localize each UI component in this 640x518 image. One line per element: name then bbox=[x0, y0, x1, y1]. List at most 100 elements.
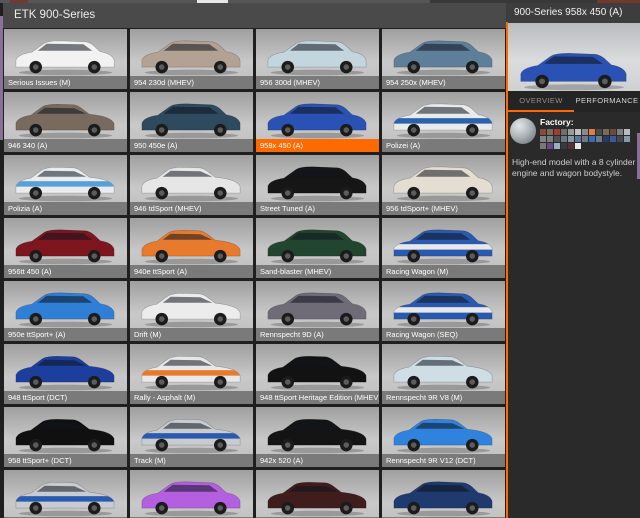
factory-color-swatch[interactable] bbox=[589, 136, 595, 142]
factory-color-swatch[interactable] bbox=[582, 129, 588, 135]
factory-color-swatch[interactable] bbox=[603, 136, 609, 142]
factory-color-swatch[interactable] bbox=[589, 129, 595, 135]
car-thumbnail bbox=[256, 344, 379, 391]
factory-color-swatch[interactable] bbox=[561, 143, 567, 149]
config-list-panel: ETK 900-Series Serious Issues (M)954 230… bbox=[0, 3, 506, 518]
config-cell[interactable]: A Special thank you... bbox=[130, 470, 253, 518]
config-cell[interactable]: Street Tuned (A) bbox=[256, 155, 379, 215]
config-cell-label: 942x 520 (A) bbox=[256, 454, 379, 467]
detail-title: 900-Series 958x 450 (A) bbox=[514, 7, 622, 18]
factory-color-swatch[interactable] bbox=[596, 129, 602, 135]
config-cell[interactable]: Polizei (A) bbox=[382, 92, 505, 152]
factory-color-swatch[interactable] bbox=[617, 129, 623, 135]
vehicle-description: High-end model with a 8 cylinder engine … bbox=[512, 157, 636, 180]
config-cell[interactable]: Tuningstudio 900 Wagon (M) bbox=[382, 470, 505, 518]
car-thumbnail bbox=[256, 29, 379, 76]
config-cell[interactable]: Rennspecht 9R V8 (M) bbox=[382, 344, 505, 404]
factory-color-swatch[interactable] bbox=[582, 136, 588, 142]
config-cell-label: Serious Issues (M) bbox=[4, 76, 127, 89]
config-cell[interactable]: 950 450e (A) bbox=[130, 92, 253, 152]
factory-color-swatch[interactable] bbox=[540, 143, 546, 149]
factory-color-swatch[interactable] bbox=[624, 136, 630, 142]
config-cell[interactable]: Track (SEQ) bbox=[4, 470, 127, 518]
car-thumbnail bbox=[382, 218, 505, 265]
factory-color-swatches bbox=[540, 129, 630, 149]
config-cell[interactable]: 950e ttSport+ (A) bbox=[4, 281, 127, 341]
config-cell[interactable]: 956 300d (MHEV) bbox=[256, 29, 379, 89]
left-scrollbar-thumb[interactable] bbox=[0, 16, 3, 140]
config-cell-label: 956 tdSport+ (MHEV) bbox=[382, 202, 505, 215]
config-cell[interactable]: Rennspecht 9R V12 (DCT) bbox=[382, 407, 505, 467]
factory-color-swatch[interactable] bbox=[568, 136, 574, 142]
config-cell[interactable]: Tuningstudio 900 (M) bbox=[256, 470, 379, 518]
factory-label: Factory: bbox=[540, 117, 630, 127]
factory-color-swatch[interactable] bbox=[575, 143, 581, 149]
config-cell-label: Rennspecht 9D (A) bbox=[256, 328, 379, 341]
config-cell[interactable]: 946 340 (A) bbox=[4, 92, 127, 152]
factory-color-swatch[interactable] bbox=[610, 136, 616, 142]
config-cell[interactable]: Racing Wagon (M) bbox=[382, 218, 505, 278]
config-cell[interactable]: Drift (M) bbox=[130, 281, 253, 341]
config-cell[interactable]: 958 ttSport+ (DCT) bbox=[4, 407, 127, 467]
detail-header: 900-Series 958x 450 (A) bbox=[506, 3, 640, 23]
factory-color-swatch[interactable] bbox=[603, 129, 609, 135]
detail-tabs: OVERVIEWPERFORMANCE bbox=[508, 91, 640, 112]
config-cell[interactable]: 942x 520 (A) bbox=[256, 407, 379, 467]
config-cell[interactable]: 954 230d (MHEV) bbox=[130, 29, 253, 89]
factory-color-swatch[interactable] bbox=[617, 136, 623, 142]
car-thumbnail bbox=[130, 218, 253, 265]
factory-color-swatch[interactable] bbox=[554, 129, 560, 135]
factory-color-swatch[interactable] bbox=[561, 129, 567, 135]
config-cell[interactable]: Polizia (A) bbox=[4, 155, 127, 215]
factory-color-swatch[interactable] bbox=[540, 129, 546, 135]
config-cell[interactable]: 948 ttSport (DCT) bbox=[4, 344, 127, 404]
config-cell[interactable]: Sand-blaster (MHEV) bbox=[256, 218, 379, 278]
config-cell[interactable]: Track (M) bbox=[130, 407, 253, 467]
panel-accent-border bbox=[506, 22, 508, 518]
car-thumbnail bbox=[130, 29, 253, 76]
vehicle-preview bbox=[508, 23, 640, 91]
config-cell[interactable]: 954 250x (MHEV) bbox=[382, 29, 505, 89]
config-cell-label: 958 ttSport+ (DCT) bbox=[4, 454, 127, 467]
factory-color-swatch[interactable] bbox=[547, 143, 553, 149]
factory-color-swatch[interactable] bbox=[540, 136, 546, 142]
car-thumbnail bbox=[382, 29, 505, 76]
factory-color-swatch[interactable] bbox=[596, 136, 602, 142]
car-thumbnail bbox=[4, 407, 127, 454]
factory-color-swatch[interactable] bbox=[561, 136, 567, 142]
config-cell[interactable]: 946 tdSport (MHEV) bbox=[130, 155, 253, 215]
environment-thumbnail[interactable] bbox=[510, 118, 536, 144]
config-cell[interactable]: 956 tdSport+ (MHEV) bbox=[382, 155, 505, 215]
tab-performance[interactable]: PERFORMANCE bbox=[574, 91, 640, 112]
config-cell[interactable]: Racing Wagon (SEQ) bbox=[382, 281, 505, 341]
tab-overview[interactable]: OVERVIEW bbox=[508, 91, 574, 112]
config-cell[interactable]: 956tt 450 (A) bbox=[4, 218, 127, 278]
config-grid: Serious Issues (M)954 230d (MHEV)956 300… bbox=[4, 29, 505, 518]
config-cell[interactable]: Rally - Asphalt (M) bbox=[130, 344, 253, 404]
config-cell[interactable]: 940e ttSport (A) bbox=[130, 218, 253, 278]
car-thumbnail bbox=[382, 344, 505, 391]
factory-color-swatch[interactable] bbox=[547, 136, 553, 142]
factory-color-swatch[interactable] bbox=[610, 129, 616, 135]
config-cell[interactable]: 958x 450 (A) bbox=[256, 92, 379, 152]
config-cell[interactable]: 948 ttSport Heritage Edition (MHEV) bbox=[256, 344, 379, 404]
factory-color-swatch[interactable] bbox=[554, 136, 560, 142]
factory-color-swatch[interactable] bbox=[575, 136, 581, 142]
factory-color-swatch[interactable] bbox=[568, 129, 574, 135]
config-cell-label: 946 tdSport (MHEV) bbox=[130, 202, 253, 215]
car-thumbnail bbox=[256, 281, 379, 328]
config-cell[interactable]: Rennspecht 9D (A) bbox=[256, 281, 379, 341]
config-cell-label: 946 340 (A) bbox=[4, 139, 127, 152]
config-cell-label: Polizia (A) bbox=[4, 202, 127, 215]
config-cell-label: 956 300d (MHEV) bbox=[256, 76, 379, 89]
factory-color-swatch[interactable] bbox=[547, 129, 553, 135]
car-thumbnail bbox=[4, 92, 127, 139]
factory-color-swatch[interactable] bbox=[568, 143, 574, 149]
car-thumbnail bbox=[130, 470, 253, 517]
car-thumbnail bbox=[4, 218, 127, 265]
factory-color-swatch[interactable] bbox=[554, 143, 560, 149]
config-cell[interactable]: Serious Issues (M) bbox=[4, 29, 127, 89]
factory-color-swatch[interactable] bbox=[624, 129, 630, 135]
factory-color-swatch[interactable] bbox=[575, 129, 581, 135]
config-cell-label: 958x 450 (A) bbox=[256, 139, 379, 152]
